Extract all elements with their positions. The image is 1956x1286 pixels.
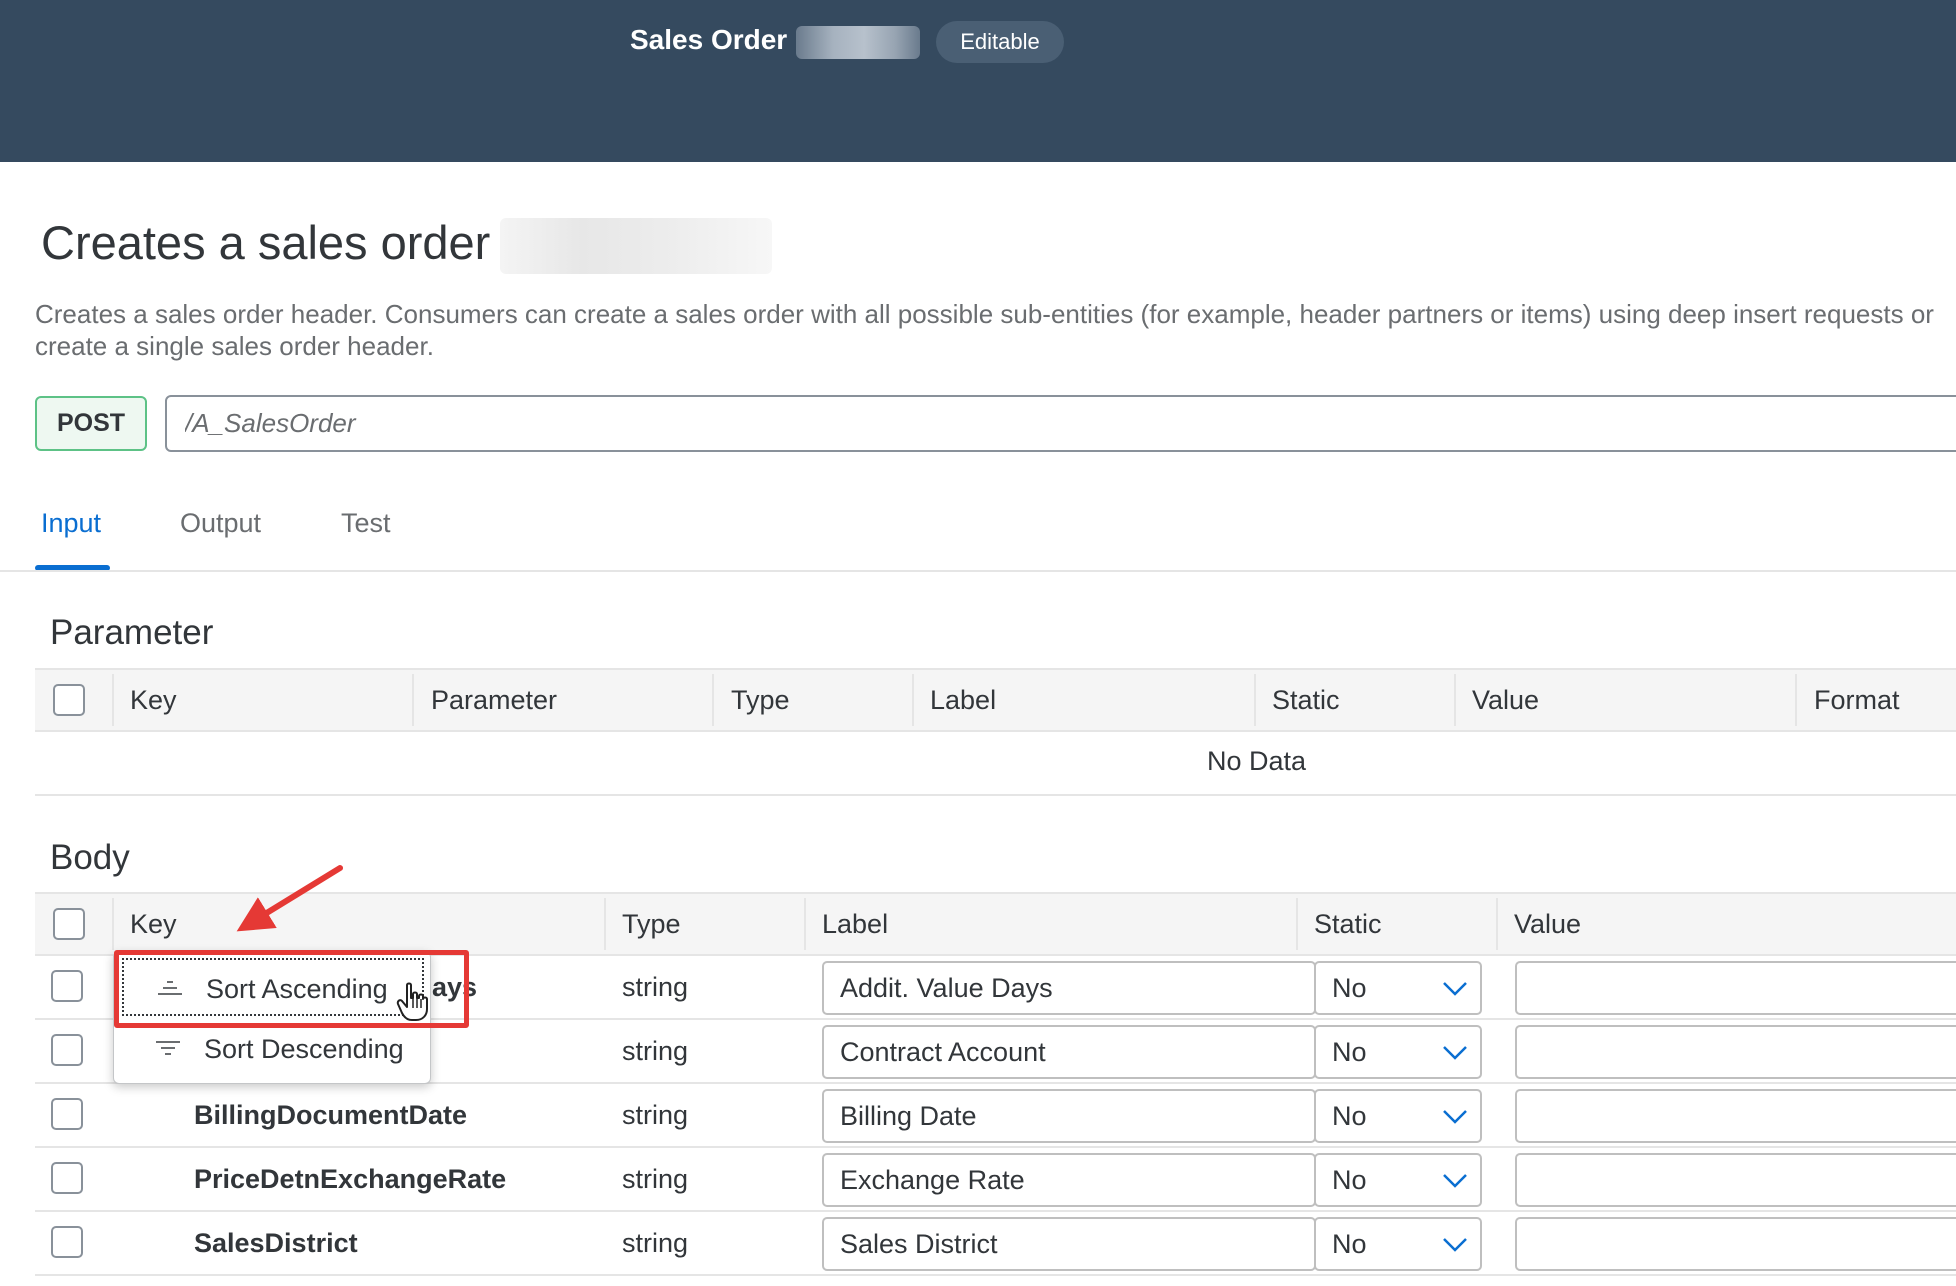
row-static-select[interactable]: No [1314,1089,1482,1143]
body-col-value[interactable]: Value [1514,894,1581,954]
row-type: string [622,972,689,1002]
sort-descending-icon [156,1041,180,1055]
table-row: SalesDistrict string No [35,1212,1956,1276]
row-label-input[interactable] [822,1025,1316,1079]
parameter-col-parameter[interactable]: Parameter [431,670,557,730]
parameter-table-header: Key Parameter Type Label Static Value Fo… [35,668,1956,732]
chevron-down-icon[interactable] [1442,1170,1468,1190]
editable-badge: Editable [936,21,1064,63]
shell-header: Sales Order - Editable [0,0,1956,162]
parameter-col-type[interactable]: Type [731,670,790,730]
static-select-value: No [1332,1037,1367,1067]
http-method-badge: POST [35,396,147,451]
body-select-all-checkbox[interactable] [53,908,85,940]
tab-input[interactable]: Input [41,508,101,539]
hand-cursor-icon [396,982,428,1021]
tab-test[interactable]: Test [341,508,391,539]
row-key: BillingDocumentDate [194,1100,468,1130]
row-key: PriceDetnExchangeRate [194,1164,507,1194]
row-label-input[interactable] [822,1217,1316,1271]
table-row: PriceDetnExchangeRate string No [35,1148,1956,1212]
chevron-down-icon[interactable] [1442,1106,1468,1126]
parameter-empty-row [35,732,1956,796]
body-col-type[interactable]: Type [622,894,681,954]
parameter-col-key[interactable]: Key [130,670,177,730]
row-static-select[interactable]: No [1314,961,1482,1015]
row-checkbox[interactable] [51,1162,83,1194]
table-row: BillingDocumentDate string No [35,1084,1956,1148]
parameter-select-all-checkbox[interactable] [53,684,85,716]
sort-descending-menu-item[interactable]: Sort Descending [122,1020,424,1078]
tab-divider [0,570,1956,572]
parameter-col-static[interactable]: Static [1272,670,1340,730]
parameter-section-title: Parameter [50,613,214,652]
body-section-title: Body [50,838,130,877]
row-label-input[interactable] [822,1089,1316,1143]
page-title: Creates a sales order [41,216,491,269]
parameter-col-format[interactable]: Format [1814,670,1900,730]
static-select-value: No [1332,1229,1367,1259]
row-value-input[interactable] [1515,961,1956,1015]
row-static-select[interactable]: No [1314,1025,1482,1079]
chevron-down-icon[interactable] [1442,978,1468,998]
redacted-title-part [796,26,920,59]
endpoint-path-input[interactable] [165,395,1956,452]
row-value-input[interactable] [1515,1025,1956,1079]
row-value-input[interactable] [1515,1217,1956,1271]
parameter-col-value[interactable]: Value [1472,670,1539,730]
page-description: Creates a sales order header. Consumers … [35,299,1934,361]
row-type: string [622,1228,689,1258]
row-checkbox[interactable] [51,1226,83,1258]
body-col-key[interactable]: Key [130,894,177,954]
shell-title: Sales Order - [630,24,805,55]
sort-descending-label: Sort Descending [204,1034,404,1064]
row-type: string [622,1100,689,1130]
row-checkbox[interactable] [51,970,83,1002]
row-type: string [622,1036,689,1066]
chevron-down-icon[interactable] [1442,1042,1468,1062]
row-static-select[interactable]: No [1314,1153,1482,1207]
static-select-value: No [1332,973,1367,1003]
row-checkbox[interactable] [51,1098,83,1130]
row-value-input[interactable] [1515,1089,1956,1143]
body-col-label[interactable]: Label [822,894,888,954]
annotation-arrow [236,865,343,932]
parameter-no-data-text: No Data [1207,746,1307,776]
row-type: string [622,1164,689,1194]
tab-output[interactable]: Output [180,508,261,539]
row-label-input[interactable] [822,1153,1316,1207]
redacted-title-suffix [500,218,772,274]
row-key: SalesDistrict [194,1228,358,1258]
static-select-value: No [1332,1101,1367,1131]
static-select-value: No [1332,1165,1367,1195]
row-value-input[interactable] [1515,1153,1956,1207]
row-checkbox[interactable] [51,1034,83,1066]
row-label-input[interactable] [822,961,1316,1015]
body-col-static[interactable]: Static [1314,894,1382,954]
row-static-select[interactable]: No [1314,1217,1482,1271]
chevron-down-icon[interactable] [1442,1234,1468,1254]
parameter-col-label[interactable]: Label [930,670,996,730]
